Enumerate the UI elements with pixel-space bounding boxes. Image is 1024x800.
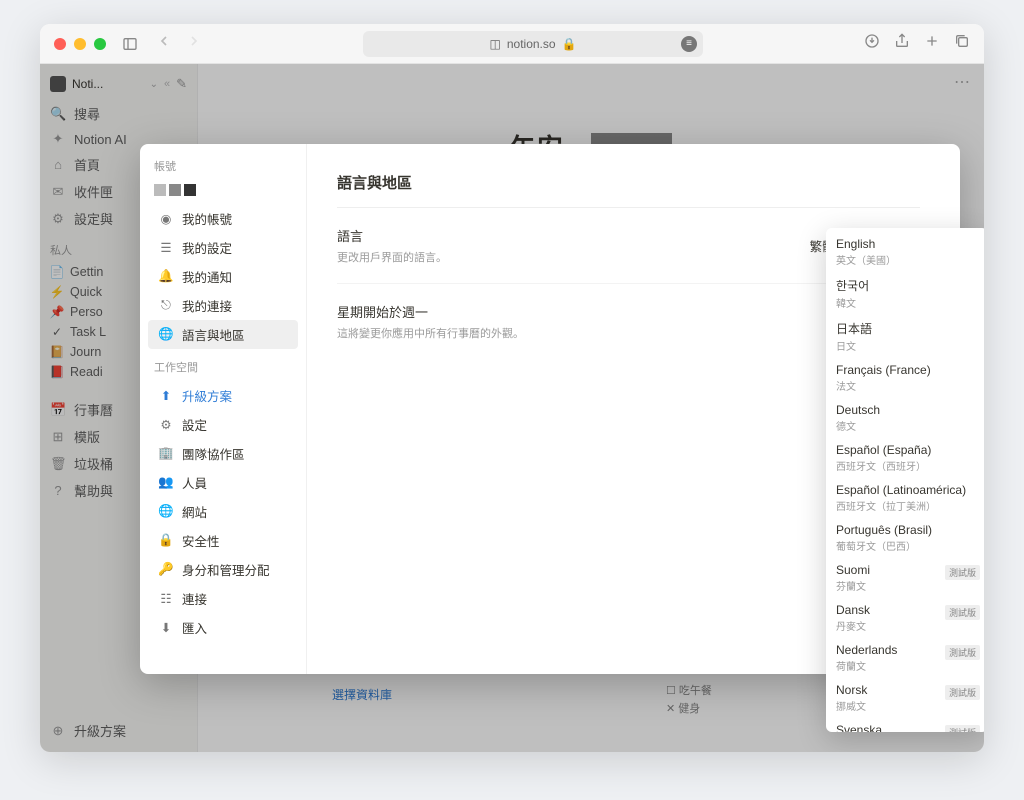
- modal-sidebar: 帳號 ◉我的帳號 ☰我的設定 🔔我的通知 ⎋我的連接 🌐語言與地區 工作空間 ⬆…: [140, 144, 306, 674]
- nav-my-connections[interactable]: ⎋我的連接: [148, 291, 298, 320]
- plug-icon: ☷: [158, 591, 174, 607]
- language-option-sub: 日文: [836, 338, 978, 353]
- language-option[interactable]: Français (France)法文: [826, 358, 984, 398]
- beta-badge: 測試版: [945, 565, 980, 580]
- language-option[interactable]: Dansk丹麥文測試版: [826, 598, 984, 638]
- nav-identity[interactable]: 🔑身分和管理分配: [148, 555, 298, 584]
- bell-icon: 🔔: [158, 269, 174, 285]
- language-option-name: 한국어: [836, 277, 978, 294]
- close-window-button[interactable]: [54, 38, 66, 50]
- user-icon: ◉: [158, 211, 174, 227]
- globe-icon: 🌐: [158, 504, 174, 520]
- nav-language-region[interactable]: 🌐語言與地區: [148, 320, 298, 349]
- language-option[interactable]: 한국어韓文: [826, 272, 984, 315]
- building-icon: 🏢: [158, 446, 174, 462]
- beta-badge: 測試版: [945, 725, 980, 732]
- forward-button[interactable]: [186, 33, 202, 54]
- language-option[interactable]: Español (Latinoamérica)西班牙文（拉丁美洲）: [826, 478, 984, 518]
- address-bar[interactable]: ◫ notion.so 🔒 ≡: [363, 31, 703, 57]
- url-host: notion.so: [507, 37, 556, 51]
- key-icon: 🔑: [158, 562, 174, 578]
- language-option-name: 日本語: [836, 320, 978, 337]
- language-option-name: Français (France): [836, 363, 978, 377]
- share-icon[interactable]: [894, 33, 910, 54]
- account-section-label: 帳號: [144, 158, 302, 180]
- browser-window: ◫ notion.so 🔒 ≡ Noti... ⌄ « ✎ 🔍搜尋 ✦Notio…: [40, 24, 984, 752]
- language-option-name: Español (Latinoamérica): [836, 483, 978, 497]
- workspace-section-label: 工作空間: [144, 359, 302, 381]
- site-icon: ◫: [490, 37, 501, 51]
- nav-my-account[interactable]: ◉我的帳號: [148, 204, 298, 233]
- language-option-sub: 芬蘭文: [836, 578, 978, 593]
- minimize-window-button[interactable]: [74, 38, 86, 50]
- language-option-sub: 法文: [836, 378, 978, 393]
- gear-icon: ⚙: [158, 417, 174, 433]
- lock-icon: 🔒: [562, 37, 577, 51]
- download-icon[interactable]: [864, 33, 880, 54]
- modal-title: 語言與地區: [337, 172, 920, 208]
- language-option[interactable]: English英文（美國）: [826, 232, 984, 272]
- language-option-name: Español (España): [836, 443, 978, 457]
- nav-sites[interactable]: 🌐網站: [148, 497, 298, 526]
- nav-security[interactable]: 🔒安全性: [148, 526, 298, 555]
- tabs-icon[interactable]: [954, 33, 970, 54]
- language-option[interactable]: Nederlands荷蘭文測試版: [826, 638, 984, 678]
- language-option[interactable]: Suomi芬蘭文測試版: [826, 558, 984, 598]
- language-option-sub: 英文（美國）: [836, 252, 978, 267]
- account-avatars: [144, 180, 302, 204]
- reader-mode-icon[interactable]: ≡: [681, 36, 697, 52]
- language-option-sub: 挪威文: [836, 698, 978, 713]
- language-option-sub: 西班牙文（西班牙）: [836, 458, 978, 473]
- language-option[interactable]: 日本語日文: [826, 315, 984, 358]
- language-dropdown: English英文（美國）한국어韓文日本語日文Français (France)…: [826, 228, 984, 732]
- nav-my-notifications[interactable]: 🔔我的通知: [148, 262, 298, 291]
- people-icon: 👥: [158, 475, 174, 491]
- nav-people[interactable]: 👥人員: [148, 468, 298, 497]
- nav-teamspaces[interactable]: 🏢團隊協作區: [148, 439, 298, 468]
- globe-icon: 🌐: [158, 327, 174, 343]
- language-option[interactable]: Norsk挪威文測試版: [826, 678, 984, 718]
- language-option-sub: 丹麥文: [836, 618, 978, 633]
- language-option[interactable]: Português (Brasil)葡萄牙文（巴西）: [826, 518, 984, 558]
- sliders-icon: ☰: [158, 240, 174, 256]
- language-option-name: English: [836, 237, 978, 251]
- nav-upgrade[interactable]: ⬆升級方案: [148, 381, 298, 410]
- new-tab-icon[interactable]: [924, 33, 940, 54]
- language-option-sub: 荷蘭文: [836, 658, 978, 673]
- titlebar: ◫ notion.so 🔒 ≡: [40, 24, 984, 64]
- language-option-sub: 葡萄牙文（巴西）: [836, 538, 978, 553]
- download-icon: ⬇: [158, 620, 174, 636]
- language-desc: 更改用戶界面的語言。: [337, 249, 810, 265]
- traffic-lights: [54, 38, 106, 50]
- back-button[interactable]: [156, 33, 172, 54]
- nav-import[interactable]: ⬇匯入: [148, 613, 298, 642]
- beta-badge: 測試版: [945, 685, 980, 700]
- nav-ws-settings[interactable]: ⚙設定: [148, 410, 298, 439]
- sidebar-toggle-icon[interactable]: [122, 36, 138, 52]
- language-option[interactable]: Español (España)西班牙文（西班牙）: [826, 438, 984, 478]
- language-option-name: Português (Brasil): [836, 523, 978, 537]
- language-option-sub: 西班牙文（拉丁美洲）: [836, 498, 978, 513]
- nav-my-settings[interactable]: ☰我的設定: [148, 233, 298, 262]
- beta-badge: 測試版: [945, 645, 980, 660]
- beta-badge: 測試版: [945, 605, 980, 620]
- language-option-name: Deutsch: [836, 403, 978, 417]
- arrow-up-circle-icon: ⬆: [158, 388, 174, 404]
- nav-connections[interactable]: ☷連接: [148, 584, 298, 613]
- nav-buttons: [156, 33, 202, 54]
- maximize-window-button[interactable]: [94, 38, 106, 50]
- language-label: 語言: [337, 226, 810, 245]
- language-option[interactable]: Deutsch德文: [826, 398, 984, 438]
- shield-icon: 🔒: [158, 533, 174, 549]
- language-option-sub: 韓文: [836, 295, 978, 310]
- link-icon: ⎋: [158, 298, 174, 314]
- language-option[interactable]: Svenska瑞典文測試版: [826, 718, 984, 732]
- language-option-sub: 德文: [836, 418, 978, 433]
